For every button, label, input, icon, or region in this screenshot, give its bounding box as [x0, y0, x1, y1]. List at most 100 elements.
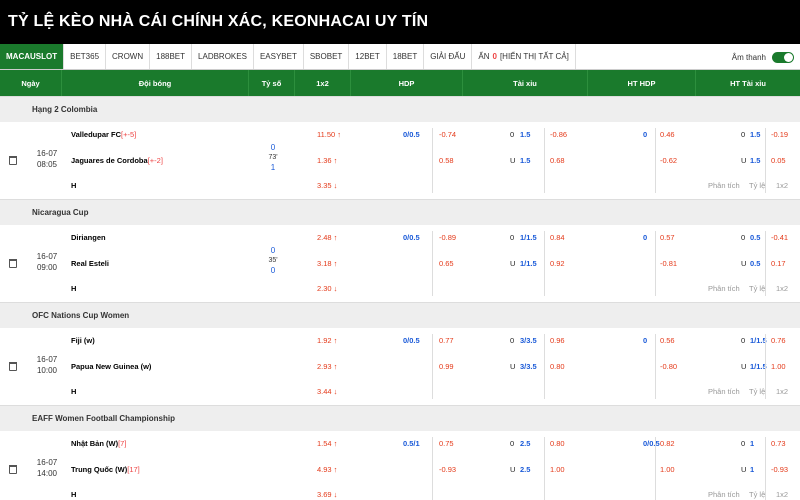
home-rank: [7] — [118, 439, 127, 449]
ht-ou-under[interactable]: -0.93 — [771, 457, 788, 483]
away-team[interactable]: Real Esteli — [71, 251, 109, 277]
ou-over[interactable]: -0.86 — [550, 122, 567, 148]
x12-link[interactable]: 1x2 — [776, 482, 788, 500]
ht-hdp-away[interactable]: -0.62 — [660, 148, 677, 174]
tab-188bet[interactable]: 188BET — [150, 44, 193, 69]
ou-under[interactable]: 0.80 — [550, 354, 565, 380]
ht-hdp-away[interactable]: -0.81 — [660, 251, 677, 277]
ht-hdp-home[interactable]: 0.57 — [660, 225, 675, 251]
analysis-link[interactable]: Phân tích — [708, 173, 740, 199]
tab-easybet[interactable]: EASYBET — [254, 44, 304, 69]
analysis-link[interactable]: Phân tích — [708, 276, 740, 302]
home-team[interactable]: Nhật Bản (W) [7] — [71, 431, 126, 457]
trash-icon[interactable] — [9, 156, 17, 165]
ht-ou-over[interactable]: -0.19 — [771, 122, 788, 148]
ou-over[interactable]: 0.96 — [550, 328, 565, 354]
ht-hdp-line: 0 — [643, 130, 648, 140]
x12-link[interactable]: 1x2 — [776, 379, 788, 405]
hidden-matches[interactable]: ẨN 0 [HIỂN THỊ TẤT CẢ] — [472, 44, 576, 69]
away-team-name: Jaguares de Cordoba — [71, 155, 148, 165]
ht-ou-over[interactable]: 0.76 — [771, 328, 786, 354]
odds-1x2-away[interactable]: 2.93 — [317, 354, 337, 380]
analysis-link[interactable]: Phân tích — [708, 482, 740, 500]
ou-under[interactable]: 1.00 — [550, 457, 565, 483]
tab-macauslot[interactable]: MACAUSLOT — [0, 44, 65, 69]
odds-1x2-home[interactable]: 11.50 — [317, 122, 341, 148]
trash-icon[interactable] — [9, 259, 17, 268]
match-minute: 35' — [268, 257, 278, 264]
tab-12bet[interactable]: 12BET — [349, 44, 387, 69]
hdp-home[interactable]: 0.75 — [439, 431, 454, 457]
ou-over[interactable]: 0.80 — [550, 431, 565, 457]
ou-under[interactable]: 0.92 — [550, 251, 565, 277]
match-minute: 73' — [268, 154, 278, 161]
x12-link[interactable]: 1x2 — [776, 276, 788, 302]
sound-toggle[interactable] — [772, 51, 794, 63]
tab-leagues[interactable]: GIẢI ĐẤU — [424, 44, 473, 69]
ht-ou-under[interactable]: 0.05 — [771, 148, 786, 174]
match-datetime: 16-07 09:00 — [36, 251, 58, 273]
ht-ou-line: 0.5 — [750, 233, 761, 243]
hdp-away[interactable]: -0.93 — [439, 457, 456, 483]
tab-ladbrokes[interactable]: LADBROKES — [192, 44, 254, 69]
ou-under[interactable]: 0.68 — [550, 148, 565, 174]
ht-ou-under[interactable]: 0.17 — [771, 251, 786, 277]
away-team[interactable]: Jaguares de Cordoba [+-2] — [71, 148, 163, 174]
tab-sbobet[interactable]: SBOBET — [304, 44, 350, 69]
home-team[interactable]: Fiji (w) — [71, 328, 95, 354]
score-home: 0 — [270, 143, 276, 152]
odds-1x2-home[interactable]: 2.48 — [317, 225, 337, 251]
ht-ou-under[interactable]: 1.00 — [771, 354, 786, 380]
hdp-away[interactable]: 0.99 — [439, 354, 454, 380]
ratio-link[interactable]: Tỷ lệ — [749, 482, 765, 500]
odds-1x2-draw[interactable]: 3.35 — [317, 173, 337, 199]
odds-1x2-away[interactable]: 1.36 — [317, 148, 337, 174]
hdp-home[interactable]: 0.77 — [439, 328, 454, 354]
draw-label: H — [71, 387, 77, 397]
ht-ou-over[interactable]: 0.73 — [771, 431, 786, 457]
x12-link[interactable]: 1x2 — [776, 173, 788, 199]
away-team[interactable]: Trung Quốc (W) [17] — [71, 457, 140, 483]
ht-ou-over[interactable]: -0.41 — [771, 225, 788, 251]
trash-icon[interactable] — [9, 465, 17, 474]
hdp-home[interactable]: -0.89 — [439, 225, 456, 251]
ht-ou-over-label: 0 — [741, 439, 746, 449]
ht-hdp-home[interactable]: 0.46 — [660, 122, 675, 148]
odds-1x2-away[interactable]: 3.18 — [317, 251, 337, 277]
hdp-away[interactable]: 0.65 — [439, 251, 454, 277]
score-away: 1 — [270, 163, 276, 172]
hdp-home[interactable]: -0.74 — [439, 122, 456, 148]
ht-hdp-home[interactable]: 0.82 — [660, 431, 675, 457]
ratio-link[interactable]: Tỷ lệ — [749, 379, 765, 405]
odds-1x2-draw[interactable]: 3.44 — [317, 379, 337, 405]
away-team-name: Trung Quốc (W) — [71, 464, 128, 474]
match-datetime: 16-07 10:00 — [36, 354, 58, 376]
league-header: OFC Nations Cup Women — [0, 302, 800, 328]
match-row: 16-07 14:00 Nhật Bản (W) [7] Trung Quốc (… — [0, 431, 800, 500]
tab-18bet[interactable]: 18BET — [387, 44, 425, 69]
ou-line-under: 1/1.5 — [520, 258, 537, 268]
ht-hdp-away[interactable]: 1.00 — [660, 457, 675, 483]
odds-1x2-draw[interactable]: 3.69 — [317, 482, 337, 500]
ht-hdp-home[interactable]: 0.56 — [660, 328, 675, 354]
trash-icon[interactable] — [9, 362, 17, 371]
ou-over[interactable]: 0.84 — [550, 225, 565, 251]
ratio-link[interactable]: Tỷ lệ — [749, 173, 765, 199]
analysis-link[interactable]: Phân tích — [708, 379, 740, 405]
odds-1x2-home[interactable]: 1.54 — [317, 431, 337, 457]
match-row: 16-07 08:05 Valledupar FC [+-5] Jaguares … — [0, 122, 800, 199]
odds-1x2-away[interactable]: 4.93 — [317, 457, 337, 483]
tab-bet365[interactable]: BET365 — [64, 44, 107, 69]
home-team[interactable]: Valledupar FC [+-5] — [71, 122, 136, 148]
home-team[interactable]: Diriangen — [71, 225, 106, 251]
ht-hdp-away[interactable]: -0.80 — [660, 354, 677, 380]
hdp-away[interactable]: 0.58 — [439, 148, 454, 174]
show-all-link[interactable]: [HIỂN THỊ TẤT CẢ] — [500, 52, 569, 61]
odds-1x2-home[interactable]: 1.92 — [317, 328, 337, 354]
ou-line-under: 1.5 — [520, 155, 531, 165]
odds-1x2-draw[interactable]: 2.30 — [317, 276, 337, 302]
ht-ou-over-label: 0 — [741, 233, 746, 243]
away-team[interactable]: Papua New Guinea (w) — [71, 354, 151, 380]
ratio-link[interactable]: Tỷ lệ — [749, 276, 765, 302]
tab-crown[interactable]: CROWN — [106, 44, 151, 69]
